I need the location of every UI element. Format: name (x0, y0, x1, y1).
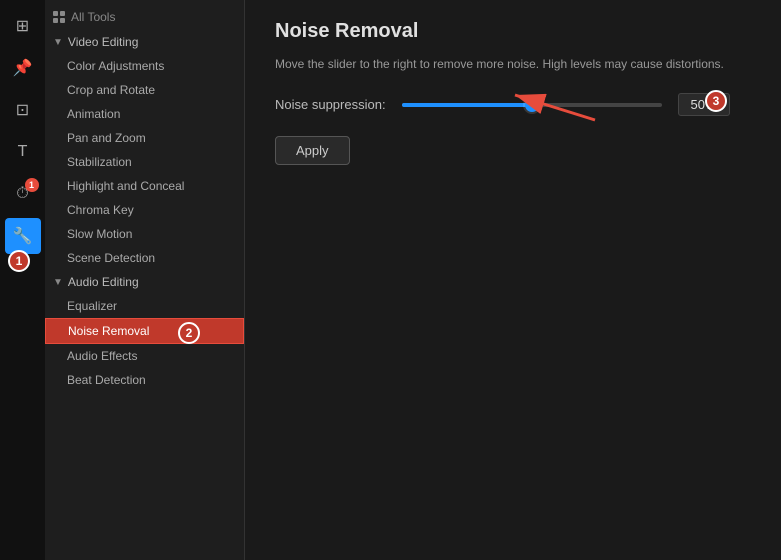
audio-editing-arrow: ▼ (53, 277, 63, 288)
main-content: Noise Removal Move the slider to the rig… (245, 0, 781, 560)
grid-icon: ⊞ (16, 16, 29, 36)
clock-icon-btn[interactable]: ⏱ 1 (5, 176, 41, 212)
crop-icon-btn[interactable]: ⊡ (5, 92, 41, 128)
tools-icon: 🔧 (13, 226, 33, 246)
sidebar-item-crop-rotate[interactable]: Crop and Rotate (45, 78, 244, 102)
audio-editing-header[interactable]: ▼ Audio Editing (45, 270, 244, 294)
grid-icon-btn[interactable]: ⊞ (5, 8, 41, 44)
slider-value-display: 50% (678, 93, 730, 116)
sidebar-item-audio-effects[interactable]: Audio Effects (45, 344, 244, 368)
noise-suppression-row: Noise suppression: 50% (275, 93, 751, 116)
noise-suppression-label: Noise suppression: (275, 97, 386, 112)
slider-fill (402, 103, 532, 107)
clock-badge: 1 (25, 178, 39, 192)
description: Move the slider to the right to remove m… (275, 55, 751, 73)
page-title: Noise Removal (275, 20, 751, 43)
sidebar: All Tools ▼ Video Editing Color Adjustme… (45, 0, 245, 560)
sidebar-item-slow-motion[interactable]: Slow Motion (45, 222, 244, 246)
sidebar-item-noise-removal[interactable]: Noise Removal (45, 318, 244, 344)
sidebar-item-animation[interactable]: Animation (45, 102, 244, 126)
video-editing-items: Color Adjustments Crop and Rotate Animat… (45, 54, 244, 270)
icon-bar: ⊞ 📌 ⊡ T ⏱ 1 🔧 (0, 0, 45, 560)
all-tools-item[interactable]: All Tools (45, 4, 244, 30)
sidebar-item-pan-zoom[interactable]: Pan and Zoom (45, 126, 244, 150)
audio-editing-items: Equalizer Noise Removal Audio Effects Be… (45, 294, 244, 392)
noise-suppression-slider-container (402, 103, 662, 107)
sidebar-item-highlight-conceal[interactable]: Highlight and Conceal (45, 174, 244, 198)
pin-icon-btn[interactable]: 📌 (5, 50, 41, 86)
sidebar-item-equalizer[interactable]: Equalizer (45, 294, 244, 318)
tools-icon-btn[interactable]: 🔧 (5, 218, 41, 254)
audio-editing-label: Audio Editing (68, 275, 139, 289)
sidebar-item-chroma-key[interactable]: Chroma Key (45, 198, 244, 222)
text-icon: T (18, 143, 28, 161)
pin-icon: 📌 (13, 58, 33, 78)
video-editing-label: Video Editing (68, 35, 139, 49)
sidebar-item-color-adjustments[interactable]: Color Adjustments (45, 54, 244, 78)
text-icon-btn[interactable]: T (5, 134, 41, 170)
slider-thumb[interactable] (525, 98, 539, 112)
apply-button[interactable]: Apply (275, 136, 350, 165)
all-tools-grid-icon (53, 11, 65, 23)
sidebar-item-beat-detection[interactable]: Beat Detection (45, 368, 244, 392)
all-tools-label: All Tools (71, 10, 115, 24)
sidebar-item-stabilization[interactable]: Stabilization (45, 150, 244, 174)
video-editing-header[interactable]: ▼ Video Editing (45, 30, 244, 54)
slider-track[interactable] (402, 103, 662, 107)
sidebar-item-scene-detection[interactable]: Scene Detection (45, 246, 244, 270)
video-editing-arrow: ▼ (53, 37, 63, 48)
crop-icon: ⊡ (16, 100, 29, 120)
